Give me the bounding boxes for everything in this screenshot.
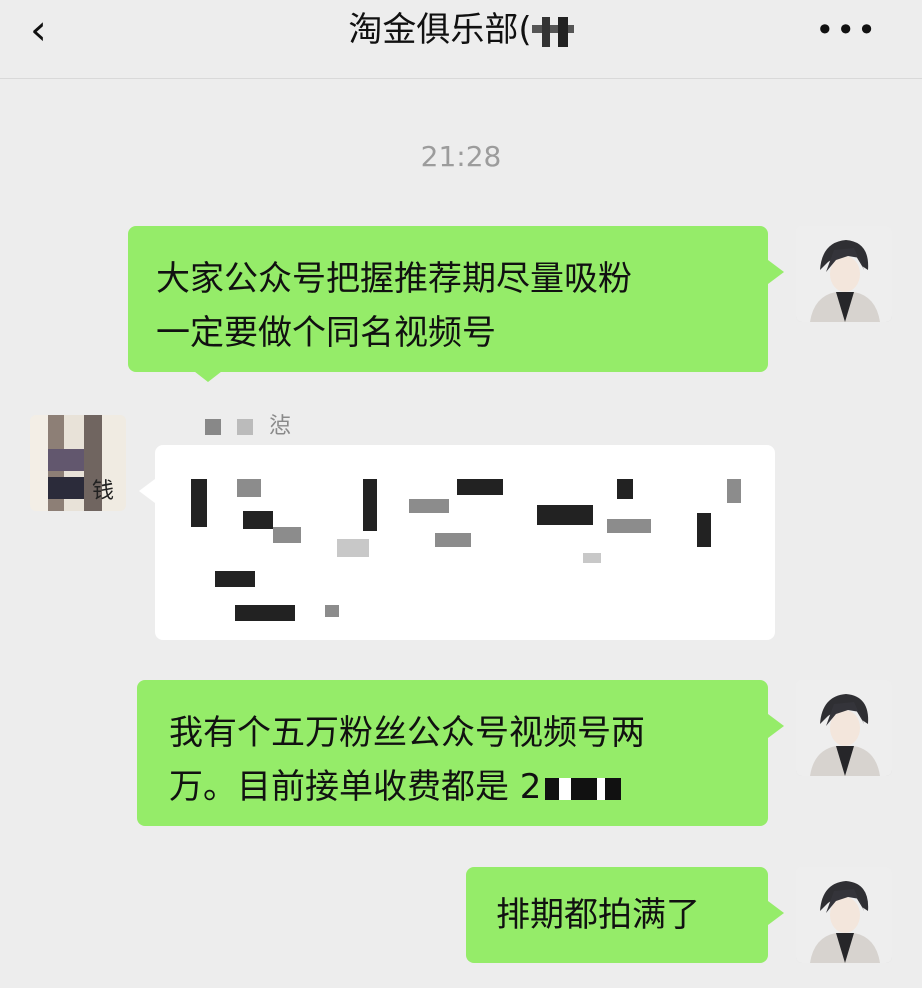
mosaic-block (235, 605, 295, 621)
avatar-pixel-text: 钱 (92, 479, 115, 504)
message-text-line: 排期都拍满了 (496, 895, 700, 935)
avatar-other[interactable]: 钱 (30, 415, 126, 511)
redacted-name-block (205, 419, 221, 435)
chat-header: ‹ 淘金俱乐部( ••• (0, 0, 922, 79)
more-dots-icon: ••• (815, 11, 878, 49)
avatar-self[interactable] (796, 680, 892, 776)
mosaic-block (215, 571, 255, 587)
message-text-line: 我有个五万粉丝公众号视频号两 (169, 713, 645, 753)
mosaic-block (607, 519, 651, 533)
user-avatar-icon (796, 226, 892, 322)
message-text-segment: 万。目前接单收费都是 2 (169, 767, 542, 807)
user-avatar-icon (796, 680, 892, 776)
mosaic-block (237, 479, 261, 497)
message-text-line: 一定要做个同名视频号 (156, 313, 496, 353)
chat-title-text: 淘金俱乐部( (348, 10, 532, 50)
user-avatar-icon (796, 867, 892, 963)
mosaic-block (583, 553, 601, 563)
avatar-self[interactable] (796, 867, 892, 963)
message-bubble-self-1[interactable]: 大家公众号把握推荐期尽量吸粉 一定要做个同名视频号 (128, 226, 784, 372)
message-bubble-self-2[interactable]: 我有个五万粉丝公众号视频号两 万。目前接单收费都是 2 (137, 680, 784, 826)
sender-name-text: 惉 (269, 414, 292, 439)
message-text-line: 万。目前接单收费都是 2 (169, 760, 736, 814)
message-text-line: 大家公众号把握推荐期尽量吸粉 (156, 259, 632, 299)
mosaic-block (191, 479, 207, 527)
redacted-name-block (237, 419, 253, 435)
redacted-title-suffix (531, 16, 574, 47)
redacted-price (545, 777, 622, 800)
more-button[interactable]: ••• (815, 14, 878, 46)
mosaic-block (243, 511, 273, 529)
mosaic-block (363, 479, 377, 531)
avatar-pixel-block (48, 449, 84, 471)
mosaic-block (435, 533, 471, 547)
mosaic-block (537, 505, 593, 525)
bubble-tail-decor (190, 368, 226, 382)
redacted-message-mosaic (187, 475, 741, 621)
avatar-self[interactable] (796, 226, 892, 322)
message-bubble-other[interactable] (139, 445, 775, 640)
mosaic-block (273, 527, 301, 543)
mosaic-block (337, 539, 369, 557)
mosaic-block (727, 479, 741, 503)
message-timestamp: 21:28 (420, 140, 502, 173)
mosaic-block (409, 499, 449, 513)
mosaic-block (325, 605, 339, 617)
avatar-pixel-block (48, 477, 84, 499)
mosaic-block (617, 479, 633, 499)
chat-title: 淘金俱乐部( (0, 6, 922, 54)
sender-name: 惉 (205, 408, 291, 440)
message-bubble-self-3[interactable]: 排期都拍满了 (466, 867, 784, 963)
mosaic-block (457, 479, 503, 495)
mosaic-block (697, 513, 711, 547)
